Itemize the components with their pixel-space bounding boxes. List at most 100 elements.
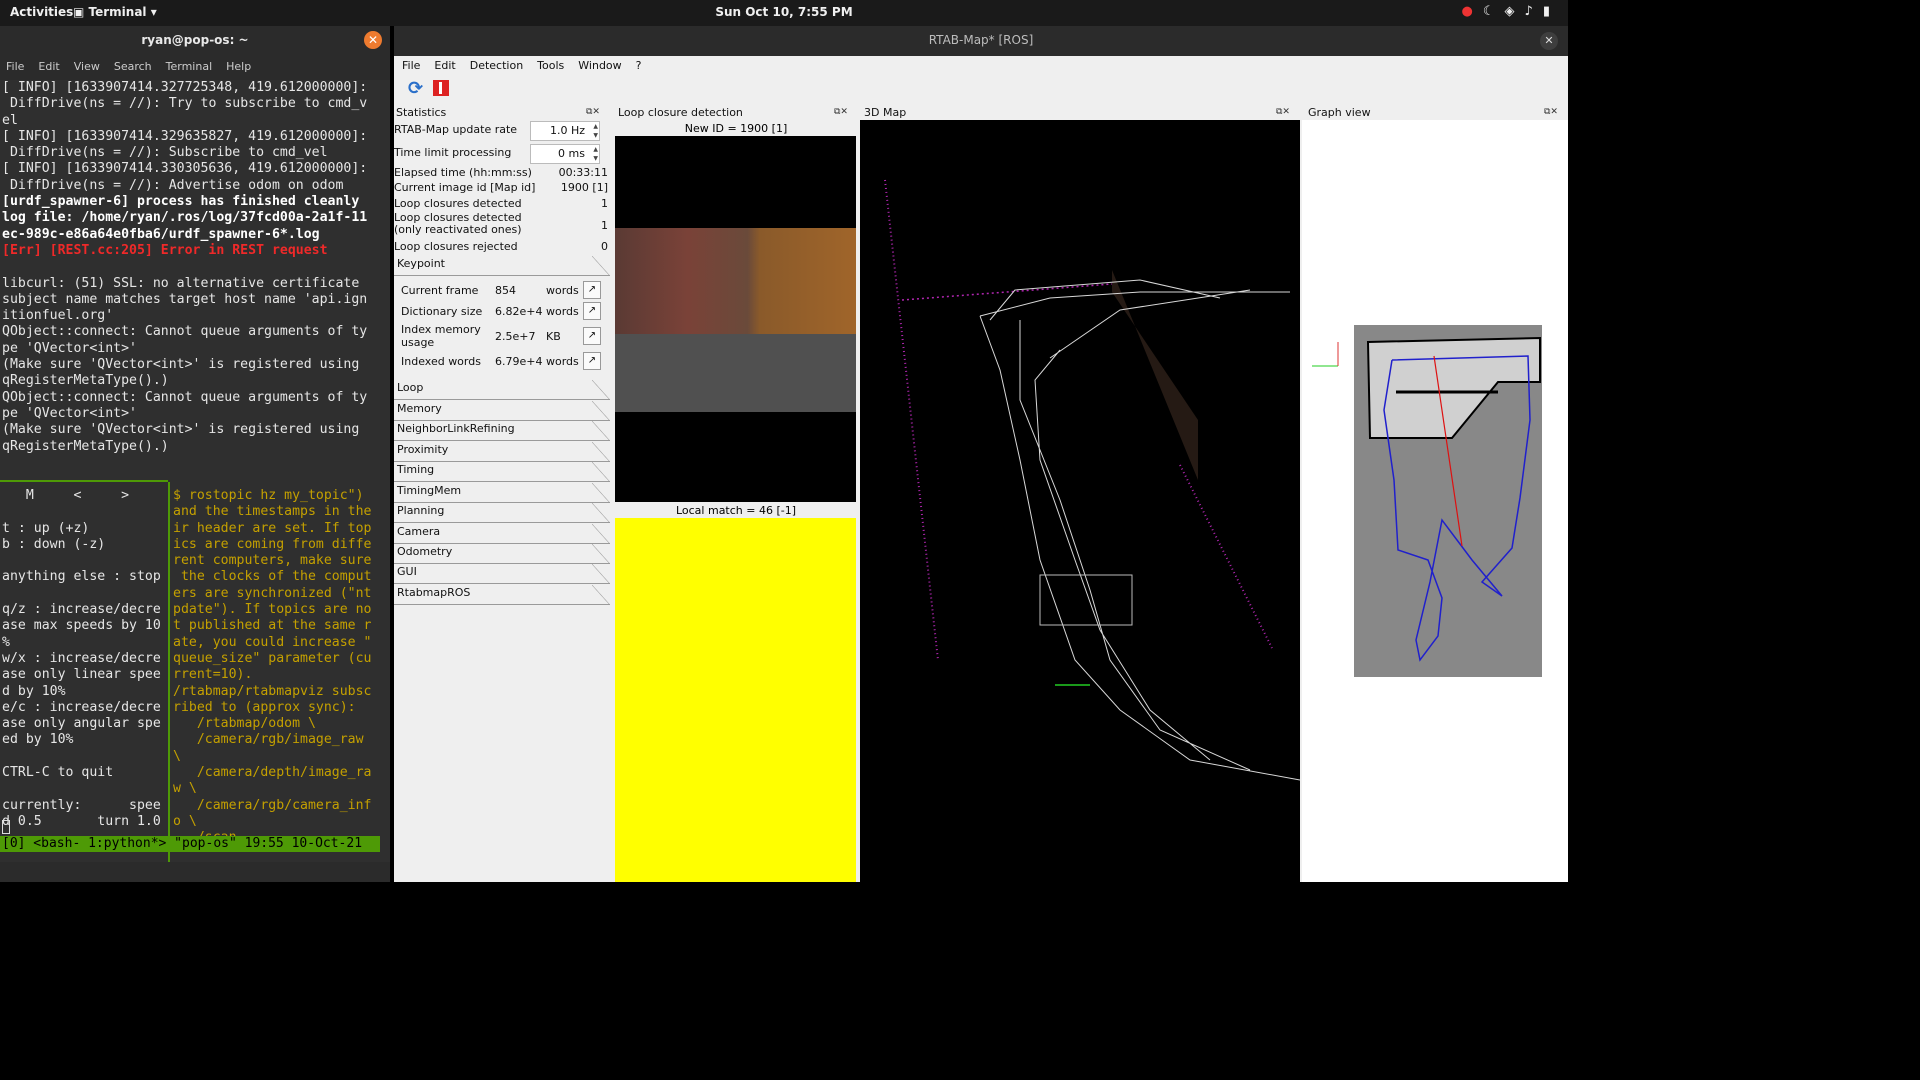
section-odometry[interactable]: Odometry (394, 544, 610, 564)
rostopic-pane[interactable]: $ rostopic hz my_topic") and the timesta… (170, 482, 390, 862)
local-match-view[interactable] (615, 518, 856, 882)
terminal-line: [urdf_spawner-6] process has finished cl… (2, 194, 360, 210)
stat-value: 1900 [1] (560, 181, 608, 194)
close-icon[interactable]: ✕ (1540, 32, 1558, 50)
kp-value: 6.79e+4 (495, 355, 543, 368)
plot-icon[interactable]: ↗ (583, 352, 601, 370)
teleop-pane[interactable]: M < > t : up (+z) b : down (-z) anything… (0, 482, 168, 862)
menu-tools[interactable]: Tools (537, 59, 564, 72)
toolbar: ⟳ (394, 74, 1568, 102)
update-rate-spinbox[interactable]: 1.0 Hz ▲ ▼ (530, 121, 600, 141)
section-neighborlinkrefining[interactable]: NeighborLinkRefining (394, 421, 610, 441)
pointcloud-wall (1179, 464, 1273, 649)
stat-value: 1 (601, 219, 608, 232)
section-label: RtabmapROS (397, 586, 471, 599)
menu-help[interactable]: Help (226, 60, 251, 73)
stat-label: Loop closures detected (394, 197, 522, 210)
section-keypoint[interactable]: Keypoint (394, 256, 610, 276)
menu-terminal[interactable]: Terminal (166, 60, 213, 73)
plot-icon[interactable]: ↗ (583, 302, 601, 320)
wifi-icon[interactable]: ◈ (1505, 4, 1515, 19)
terminal-titlebar[interactable]: ryan@pop-os: ~ ✕ (0, 26, 390, 54)
top-bar: Activities ▣ Terminal ▾ Sun Oct 10, 7:55… (0, 0, 1568, 26)
section-label: Loop (397, 381, 424, 394)
terminal-line: (Make sure 'QVector<int>' is registered … (2, 357, 360, 373)
terminal-line: [ INFO] [1633907414.329635827, 419.61200… (2, 128, 368, 144)
clock[interactable]: Sun Oct 10, 7:55 PM (0, 5, 1568, 19)
section-planning[interactable]: Planning (394, 503, 610, 523)
terminal-line: ec-989c-e86a64e0fba6/urdf_spawner-6*.log (2, 226, 320, 242)
terminal-line: pe 'QVector<int>' (2, 405, 137, 421)
refresh-icon[interactable]: ⟳ (408, 78, 423, 99)
section-label: Proximity (397, 443, 449, 456)
menu-help[interactable]: ? (636, 59, 642, 72)
kp-unit: KB (546, 330, 561, 343)
terminal-line: log file: /home/ryan/.ros/log/37fcd00a-2… (2, 210, 368, 226)
local-match-label: Local match = 46 [-1] (675, 504, 797, 517)
night-light-icon[interactable]: ☾ (1483, 4, 1495, 19)
terminal-line: itionfuel.org' (2, 308, 114, 324)
system-tray[interactable]: ● ☾ ◈ ♪ ▮ (1462, 4, 1550, 19)
terminal-line: pe 'QVector<int>' (2, 340, 137, 356)
section-label: NeighborLinkRefining (397, 422, 515, 435)
dock-buttons[interactable]: ⧉✕ (1544, 107, 1558, 117)
tmux-status-bar: [0] <bash- 1:python*> "pop-os" 19:55 10-… (0, 836, 380, 852)
update-rate-value: 1.0 Hz (549, 124, 585, 137)
section-timingmem[interactable]: TimingMem (394, 483, 610, 503)
spin-arrows-icon[interactable]: ▲ ▼ (593, 145, 598, 163)
section-memory[interactable]: Memory (394, 401, 610, 421)
new-image-view[interactable] (615, 136, 856, 502)
kp-name: Dictionary size (401, 305, 483, 318)
statistics-dock-title: Statistics (396, 106, 447, 119)
camera-image (615, 228, 856, 334)
menu-edit[interactable]: Edit (434, 59, 455, 72)
kp-value: 6.82e+4 (495, 305, 543, 318)
close-icon[interactable]: ✕ (364, 31, 382, 49)
graph-view[interactable] (1302, 120, 1568, 882)
loop-dock-title: Loop closure detection (618, 106, 743, 119)
terminal-line: qRegisterMetaType().) (2, 373, 169, 389)
menu-file[interactable]: File (402, 59, 420, 72)
menu-edit[interactable]: Edit (38, 60, 59, 73)
section-label: Planning (397, 504, 445, 517)
rtabmap-titlebar[interactable]: RTAB-Map* [ROS] ✕ (394, 26, 1568, 56)
section-camera[interactable]: Camera (394, 524, 610, 544)
spin-arrows-icon[interactable]: ▲ ▼ (593, 122, 598, 140)
pause-icon[interactable] (433, 80, 450, 96)
time-limit-spinbox[interactable]: 0 ms ▲ ▼ (530, 144, 600, 164)
menu-window[interactable]: Window (578, 59, 621, 72)
section-loop[interactable]: Loop (394, 380, 610, 400)
section-timing[interactable]: Timing (394, 462, 610, 482)
time-limit-value: 0 ms (558, 147, 585, 160)
section-gui[interactable]: GUI (394, 564, 610, 584)
time-limit-label: Time limit processing (394, 146, 512, 159)
terminal-line: libcurl: (51) SSL: no alternative certif… (2, 275, 360, 291)
stat-label: Current image id [Map id] (394, 181, 536, 194)
stat-value: 0 (601, 240, 608, 253)
section-rtabmapros[interactable]: RtabmapROS (394, 585, 610, 605)
map-3d-render (884, 179, 1301, 781)
kp-name: Current frame (401, 284, 479, 297)
section-label: Camera (397, 525, 441, 538)
pointcloud-wall (1112, 270, 1198, 480)
record-icon[interactable]: ● (1462, 4, 1473, 19)
menu-view[interactable]: View (74, 60, 100, 73)
terminal-line: qRegisterMetaType().) (2, 438, 169, 454)
menu-detection[interactable]: Detection (470, 59, 523, 72)
menu-search[interactable]: Search (114, 60, 152, 73)
menu-file[interactable]: File (6, 60, 24, 73)
terminal-line: DiffDrive(ns = //): Advertise odom on od… (2, 177, 344, 193)
dock-buttons[interactable]: ⧉✕ (1276, 107, 1290, 117)
plot-icon[interactable]: ↗ (583, 281, 601, 299)
plot-icon[interactable]: ↗ (583, 327, 601, 345)
rtabmap-window: RTAB-Map* [ROS] ✕ File Edit Detection To… (394, 26, 1568, 882)
loop-closure-panel: New ID = 1900 [1] Local match = 46 [-1] (614, 120, 858, 882)
volume-icon[interactable]: ♪ (1525, 4, 1533, 19)
map-3d-view[interactable] (860, 120, 1301, 882)
terminal-output[interactable]: [ INFO] [1633907414.327725348, 419.61200… (0, 80, 390, 502)
section-proximity[interactable]: Proximity (394, 442, 610, 462)
dock-buttons[interactable]: ⧉✕ (834, 107, 848, 117)
dock-buttons[interactable]: ⧉✕ (586, 107, 600, 117)
battery-icon[interactable]: ▮ (1543, 4, 1550, 19)
